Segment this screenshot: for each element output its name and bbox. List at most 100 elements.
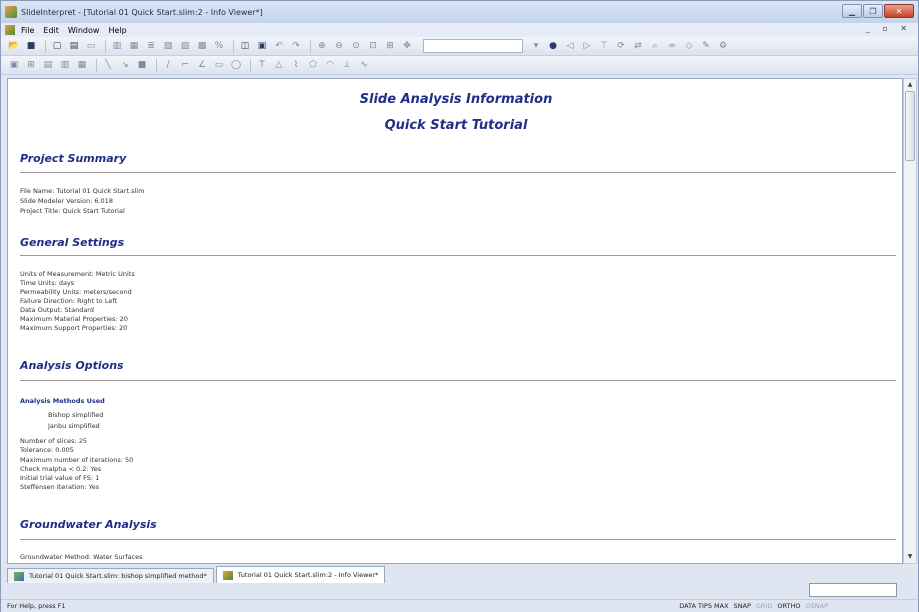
title-bar[interactable]: SlideInterpret - [Tutorial 01 Quick Star…	[1, 1, 918, 23]
method-item: Bishop simplified	[48, 411, 104, 419]
percent-icon[interactable]: %	[212, 40, 226, 53]
drawing-toolbar: ▣ ⊞ ▤ ▥ ▦ ╲ ↘ ■ ∕ ⌐ ∠ ▭ ◯ T △ ⌇ ⬠ ◠ ⟂ ∿	[1, 56, 918, 75]
text-icon[interactable]: T	[255, 59, 269, 72]
link-icon[interactable]: ∞	[665, 40, 679, 53]
pan-icon[interactable]: ✥	[400, 40, 414, 53]
split-icon[interactable]: ▣	[255, 40, 269, 53]
restore-button[interactable]: ❐	[863, 4, 883, 18]
flag-grid[interactable]: GRID	[756, 602, 772, 610]
mdi-controls[interactable]: _ ▫ ✕	[866, 24, 912, 33]
pen-icon[interactable]: ∕	[161, 59, 175, 72]
text-line: Time Units: days	[20, 279, 75, 287]
zoom-all-icon[interactable]: ⊙	[349, 40, 363, 53]
menu-edit[interactable]: Edit	[43, 26, 59, 35]
section-heading-analysis-options: Analysis Options	[20, 359, 124, 372]
copy-icon[interactable]: ▭	[84, 40, 98, 53]
filter-icon[interactable]: ⌕	[648, 40, 662, 53]
fill-icon[interactable]: ■	[135, 59, 149, 72]
text-line: Data Output: Standard	[20, 306, 94, 314]
section-heading-project-summary: Project Summary	[20, 152, 127, 165]
polyline-icon[interactable]: ⌇	[289, 59, 303, 72]
status-input-box[interactable]	[809, 583, 897, 597]
scroll-down-icon[interactable]: ▼	[904, 551, 916, 563]
zoom-out-icon[interactable]: ⊖	[332, 40, 346, 53]
arrow-icon[interactable]: ↘	[118, 59, 132, 72]
save-icon[interactable]: ■	[24, 40, 38, 53]
zoom-combo[interactable]	[423, 39, 523, 53]
pin-icon[interactable]: ⊤	[597, 40, 611, 53]
grid-icon[interactable]: ⊞	[24, 59, 38, 72]
status-flags: DATA TIPS MAX SNAP GRID ORTHO OSNAP	[679, 602, 828, 610]
graph-icon[interactable]: ▩	[195, 40, 209, 53]
open-icon[interactable]: 📂	[7, 40, 21, 53]
text-line: Groundwater Method: Water Surfaces	[20, 553, 143, 561]
vertical-scrollbar[interactable]: ▲ ▼	[903, 78, 917, 564]
undo-icon[interactable]: ↶	[272, 40, 286, 53]
flag-snap[interactable]: SNAP	[734, 602, 751, 610]
app-window: SlideInterpret - [Tutorial 01 Quick Star…	[0, 0, 919, 612]
dropdown-icon[interactable]: ▾	[529, 40, 543, 53]
flag-osnap[interactable]: OSNAP	[806, 602, 828, 610]
edit-icon[interactable]: ✎	[699, 40, 713, 53]
zoom-window-icon[interactable]: ⊡	[366, 40, 380, 53]
zoom-extents-icon[interactable]: ⊞	[383, 40, 397, 53]
document-icon[interactable]	[5, 25, 15, 35]
menu-window[interactable]: Window	[68, 26, 100, 35]
measure-icon[interactable]: ⟂	[340, 59, 354, 72]
print-preview-icon[interactable]: ▢	[50, 40, 64, 53]
options-icon[interactable]: ⚙	[716, 40, 730, 53]
window-icon[interactable]: ◫	[238, 40, 252, 53]
flag-ortho[interactable]: ORTHO	[777, 602, 800, 610]
chart-icon[interactable]: ▥	[110, 40, 124, 53]
divider	[20, 539, 896, 540]
record-icon[interactable]: ●	[546, 40, 560, 53]
table-view-icon[interactable]: ▤	[41, 59, 55, 72]
rotate-icon[interactable]: ⟳	[614, 40, 628, 53]
arrow-left-icon[interactable]: ◁	[563, 40, 577, 53]
redo-icon[interactable]: ↷	[289, 40, 303, 53]
scroll-up-icon[interactable]: ▲	[904, 79, 916, 91]
text-line: Maximum Support Properties: 20	[20, 324, 128, 332]
data-icon[interactable]: ▧	[161, 40, 175, 53]
angle-icon[interactable]: ∠	[195, 59, 209, 72]
document-title: Slide Analysis Information	[359, 92, 553, 107]
scroll-thumb[interactable]	[905, 91, 915, 161]
table-icon[interactable]: ▨	[178, 40, 192, 53]
flag-data-tips[interactable]: DATA TIPS MAX	[679, 602, 728, 610]
text-line: Slide Modeler Version: 6.018	[20, 197, 113, 205]
arc-icon[interactable]: ◠	[323, 59, 337, 72]
marker-icon[interactable]: ◇	[682, 40, 696, 53]
text-line: Project Title: Quick Start Tutorial	[20, 207, 125, 215]
curve-icon[interactable]: ∿	[357, 59, 371, 72]
menu-file[interactable]: File	[21, 26, 34, 35]
zoom-in-icon[interactable]: ⊕	[315, 40, 329, 53]
sync-icon[interactable]: ⇄	[631, 40, 645, 53]
print-icon[interactable]: ▤	[67, 40, 81, 53]
document-tabs: Tutorial 01 Quick Start.slim: bishop sim…	[7, 566, 918, 583]
layers-icon[interactable]: ≣	[144, 40, 158, 53]
dimension-icon[interactable]: ⌐	[178, 59, 192, 72]
status-help-text: For Help, press F1	[7, 602, 66, 610]
method-item: Janbu simplified	[48, 422, 100, 430]
divider	[20, 380, 896, 381]
arrow-right-icon[interactable]: ▷	[580, 40, 594, 53]
rectangle-icon[interactable]: ▭	[212, 59, 226, 72]
menu-help[interactable]: Help	[108, 26, 126, 35]
bar-chart-icon[interactable]: ▦	[127, 40, 141, 53]
app-icon	[5, 6, 17, 18]
triangle-icon[interactable]: △	[272, 59, 286, 72]
minimize-button[interactable]: ▁	[842, 4, 862, 18]
line-icon[interactable]: ╲	[101, 59, 115, 72]
tab-bishop-simplified[interactable]: Tutorial 01 Quick Start.slim: bishop sim…	[7, 568, 214, 583]
close-button[interactable]: ✕	[884, 4, 914, 18]
tab-info-viewer[interactable]: Tutorial 01 Quick Start.slim:2 - Info Vi…	[215, 566, 386, 583]
text-line: Units of Measurement: Metric Units	[20, 270, 135, 278]
polygon-icon[interactable]: ⬠	[306, 59, 320, 72]
info-viewer-document[interactable]: Slide Analysis Information Quick Start T…	[7, 78, 903, 564]
rows-icon[interactable]: ▦	[75, 59, 89, 72]
text-line: Initial trial value of FS: 1	[20, 474, 100, 482]
columns-icon[interactable]: ▥	[58, 59, 72, 72]
text-line: Number of slices: 25	[20, 437, 87, 445]
ellipse-icon[interactable]: ◯	[229, 59, 243, 72]
select-icon[interactable]: ▣	[7, 59, 21, 72]
